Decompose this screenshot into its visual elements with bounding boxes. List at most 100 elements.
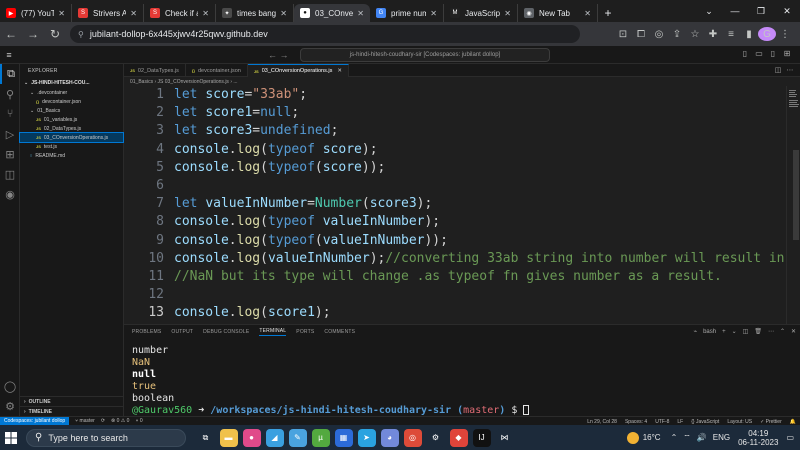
close-tab-icon[interactable]: ✕ <box>280 9 287 18</box>
toggle-panel-icon[interactable]: ▭ <box>752 49 766 58</box>
panel-tab[interactable]: TERMINAL <box>259 328 287 336</box>
browser-tab[interactable]: ◉ New Tab ✕ <box>518 4 598 22</box>
temperature[interactable]: 16°C <box>643 433 661 442</box>
weather-sun-icon[interactable] <box>626 431 639 444</box>
close-tab-icon[interactable]: ✕ <box>202 9 209 18</box>
workspace-folder[interactable]: ⌄ JS-HINDI-HITESH-COU... <box>20 78 123 88</box>
language-mode[interactable]: {} JavaScript <box>691 419 719 425</box>
close-tab-icon[interactable]: ✕ <box>430 9 437 18</box>
tree-file[interactable]: ≡ README.md <box>20 151 123 160</box>
close-editor-tab-icon[interactable]: ✕ <box>337 68 342 74</box>
editor-tab[interactable]: JS 02_DataTypes.js <box>124 64 186 77</box>
source-control-icon[interactable]: ⑂ <box>0 104 20 124</box>
editor-tab[interactable]: {} devcontainer.json <box>186 64 248 77</box>
split-terminal-icon[interactable]: ◫ <box>743 328 749 335</box>
kill-terminal-icon[interactable]: 🗑 <box>754 328 762 335</box>
close-tab-icon[interactable]: ✕ <box>584 9 591 18</box>
close-tab-icon[interactable]: ✕ <box>130 9 137 18</box>
store-icon[interactable]: ▦ <box>334 428 353 447</box>
manage-gear-icon[interactable]: ⚙ <box>0 396 20 416</box>
site-info-icon[interactable]: ⚲ <box>78 30 84 39</box>
close-window-button[interactable]: ✕ <box>774 6 800 17</box>
terminal-shell-icon[interactable]: ⌁ <box>693 328 697 335</box>
notification-center-icon[interactable]: ▭ <box>786 433 794 442</box>
close-tab-icon[interactable]: ✕ <box>357 9 364 18</box>
discord-icon[interactable]: ◕ <box>380 428 399 447</box>
editor-scrollbar[interactable] <box>793 150 799 240</box>
toggle-secondary-sidebar-icon[interactable]: ▯ <box>766 49 780 58</box>
tree-file[interactable]: JS test.js <box>20 142 123 151</box>
clock[interactable]: 04:19 06-11-2023 <box>738 429 778 447</box>
windows-start-icon[interactable] <box>0 431 22 444</box>
input-language[interactable]: ENG <box>713 433 730 442</box>
extensions-blocks-icon[interactable]: ⊞ <box>0 144 20 164</box>
panel-tab[interactable]: OUTPUT <box>171 329 193 335</box>
panel-tab[interactable]: DEBUG CONSOLE <box>203 329 249 335</box>
close-tab-icon[interactable]: ✕ <box>504 9 511 18</box>
browser-tab[interactable]: Gprime num ✕ <box>370 4 444 22</box>
tree-folder[interactable]: ⌄ .devcontainer <box>20 88 123 97</box>
new-tab-button[interactable]: + <box>598 6 618 20</box>
terminal-dropdown-icon[interactable]: ⌄ <box>732 328 737 335</box>
settings-icon[interactable]: ⚙ <box>426 428 445 447</box>
search-icon[interactable]: ⚲ <box>0 84 20 104</box>
split-editor-icon[interactable]: ◫ <box>772 66 784 74</box>
prettier-status[interactable]: ✓ Prettier <box>760 419 782 425</box>
tree-file[interactable]: JS 02_DataTypes.js <box>20 124 123 133</box>
notepad-icon[interactable]: ✎ <box>288 428 307 447</box>
more-actions-icon[interactable]: ⋯ <box>784 66 796 74</box>
browser-tab[interactable]: M JavaScript ✕ <box>444 4 518 22</box>
reload-button[interactable]: ↻ <box>44 27 66 41</box>
utorrent-icon[interactable]: µ <box>311 428 330 447</box>
terminal-output[interactable]: number NaN null true boolean @Gaurav560 ➜ /w… <box>132 345 530 417</box>
customize-layout-icon[interactable]: ⊞ <box>780 49 794 58</box>
github-icon[interactable]: ◉ <box>0 184 20 204</box>
problems-status[interactable]: ⊗ 0 ⚠ 0 <box>111 418 129 424</box>
terminal-shell-label[interactable]: bash <box>703 329 716 335</box>
extensions-icon[interactable]: ✚ <box>704 29 722 40</box>
forward-button[interactable]: → <box>22 27 44 41</box>
editor-tab[interactable]: JS 03_COnversionOperations.js ✕ <box>247 64 349 77</box>
branch-status[interactable]: ⑂ master <box>75 418 95 424</box>
close-tab-icon[interactable]: ✕ <box>58 9 65 18</box>
taskbar-search[interactable]: ⚲ Type here to search <box>26 428 186 447</box>
chrome-profile-icon[interactable]: ● <box>242 428 261 447</box>
volume-icon[interactable]: 🔊 <box>697 433 707 442</box>
install-app-icon[interactable]: ⊡ <box>614 29 632 40</box>
anydesk-icon[interactable]: ◆ <box>449 428 468 447</box>
notifications-bell-icon[interactable]: 🔔 <box>790 419 796 425</box>
panel-tab[interactable]: PROBLEMS <box>132 329 161 335</box>
chrome-menu-icon[interactable]: ⋮ <box>776 29 794 40</box>
account-icon[interactable]: ◯ <box>0 376 20 396</box>
toggle-sidebar-icon[interactable]: ▯ <box>738 49 752 58</box>
hamburger-menu-icon[interactable]: ≡ <box>0 50 18 60</box>
sync-icon[interactable]: ⟳ <box>101 418 105 424</box>
taskview-icon[interactable]: ⧉ <box>196 428 215 447</box>
encoding[interactable]: UTF-8 <box>655 419 669 425</box>
tray-overflow-icon[interactable]: ⌃ <box>671 433 678 442</box>
end-of-line[interactable]: LF <box>677 419 683 425</box>
ports-status[interactable]: ⑂ 0 <box>135 418 142 424</box>
breadcrumb[interactable]: 01_Basics › JS 03_COnversionOperations.j… <box>124 77 800 86</box>
reading-list-icon[interactable]: ≡ <box>722 29 740 40</box>
keyboard-layout[interactable]: Layout: US <box>727 419 752 425</box>
cursor-position[interactable]: Ln 29, Col 28 <box>587 419 617 425</box>
tree-file[interactable]: {} devcontainer.json <box>20 97 123 106</box>
intellij-icon[interactable]: IJ <box>472 428 491 447</box>
tree-file[interactable]: JS 01_variables.js <box>20 115 123 124</box>
browser-tab[interactable]: S Strivers A2 ✕ <box>72 4 144 22</box>
address-bar[interactable]: ⚲ jubilant-dollop-6x445xjwv4r25qwv.githu… <box>70 25 580 43</box>
tree-folder[interactable]: ⌄ 01_Basics <box>20 106 123 115</box>
indentation[interactable]: Spaces: 4 <box>625 419 647 425</box>
side-panel-icon[interactable]: ▮ <box>740 29 758 40</box>
network-icon[interactable]: ⌔ <box>683 433 691 443</box>
panel-tab[interactable]: COMMENTS <box>324 329 355 335</box>
chrome-icon[interactable]: ◎ <box>403 428 422 447</box>
telegram-icon[interactable]: ➤ <box>357 428 376 447</box>
command-center[interactable]: js-hindi-hitesh-coudhary-sir [Codespaces… <box>300 48 550 62</box>
run-debug-icon[interactable]: ▷ <box>0 124 20 144</box>
share-icon[interactable]: ⇪ <box>668 29 686 40</box>
maximize-panel-icon[interactable]: ⌃ <box>780 328 785 335</box>
timeline-section[interactable]: › TIMELINE <box>20 406 124 416</box>
screenshot-icon[interactable]: ⧠ <box>632 29 650 40</box>
